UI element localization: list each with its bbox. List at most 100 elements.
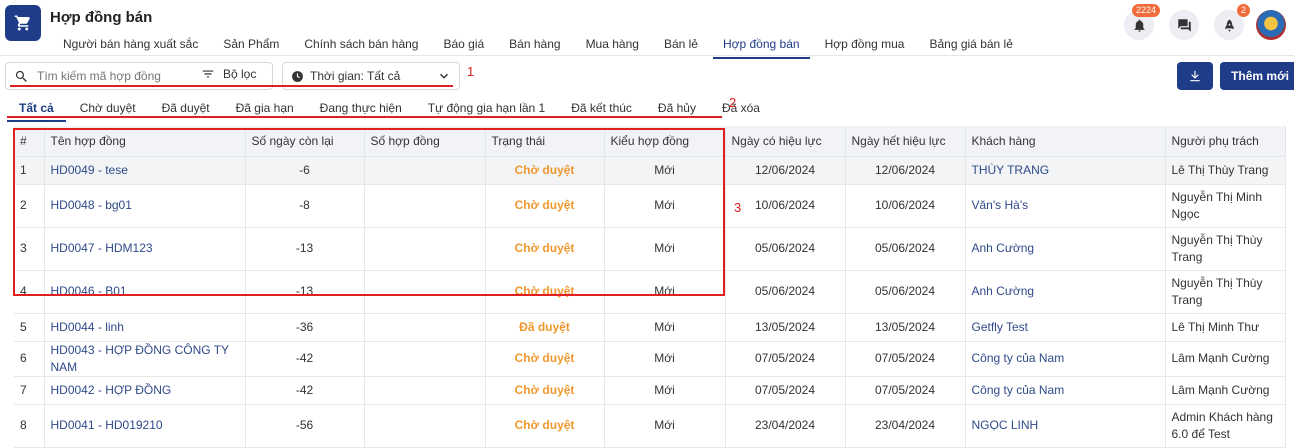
- status-tab[interactable]: Tự động gia hạn lần 1: [416, 98, 557, 122]
- status-tab[interactable]: Đã duyệt: [150, 98, 222, 122]
- status-badge: Chờ duyệt: [485, 376, 605, 405]
- column-header[interactable]: Trạng thái: [485, 126, 605, 157]
- nav-item[interactable]: Bán lẻ: [654, 33, 708, 59]
- nav-item[interactable]: Sản Phẩm: [213, 33, 289, 59]
- table-row[interactable]: 3 HD0047 - HDM123 -13 Chờ duyệt Mới 05/06/202…: [14, 227, 1286, 271]
- status-tab[interactable]: Đã kết thúc: [559, 98, 644, 122]
- end-date: 07/05/2024: [845, 376, 966, 405]
- nav-item[interactable]: Mua hàng: [576, 33, 649, 59]
- download-icon: [1190, 70, 1200, 82]
- contract-number: [364, 227, 486, 271]
- contract-name-link[interactable]: HD0044 - linh: [44, 313, 246, 342]
- nav-item[interactable]: Hợp đồng bán: [712, 33, 810, 59]
- nav-item[interactable]: Chính sách bán hàng: [294, 33, 428, 59]
- annotation-underline-1: [10, 85, 453, 87]
- module-nav: Người bán hàng xuất sắc Sản Phẩm Chính sác…: [53, 33, 1028, 59]
- notification-bell[interactable]: 2224: [1124, 4, 1160, 40]
- status-badge: Chờ duyệt: [485, 184, 605, 228]
- status-tab[interactable]: Đã xóa: [710, 98, 772, 122]
- filter-button[interactable]: Bộ lọc: [201, 67, 256, 81]
- contract-name-link[interactable]: HD0048 - bg01: [44, 184, 246, 228]
- column-header[interactable]: #: [14, 126, 45, 157]
- annotation-3: 3: [734, 200, 742, 215]
- status-tabs: Tất cả Chờ duyệt Đã duyệt Đã gia hạn Đang th…: [7, 98, 774, 122]
- download-button[interactable]: [1177, 62, 1213, 90]
- column-header[interactable]: Tên hợp đồng: [44, 126, 246, 157]
- status-tab[interactable]: Đang thực hiện: [308, 98, 414, 122]
- contract-number: [364, 313, 486, 342]
- table-header-row: # Tên hợp đồng Số ngày còn lại Số hợp đồng T…: [14, 126, 1286, 157]
- table-row[interactable]: 4 HD0046 - B01 -13 Chờ duyệt Mới 05/06/2024 05…: [14, 270, 1286, 314]
- customer-link[interactable]: NGỌC LINH: [965, 404, 1166, 448]
- status-tab[interactable]: Đã gia hạn: [224, 98, 306, 122]
- contract-number: [364, 270, 486, 314]
- customer-link[interactable]: Getfly Test: [965, 313, 1166, 342]
- avatar[interactable]: [1256, 10, 1286, 40]
- column-header[interactable]: Số ngày còn lại: [245, 126, 365, 157]
- customer-link[interactable]: Văn's Hà's: [965, 184, 1166, 228]
- column-header[interactable]: Ngày có hiệu lực: [725, 126, 846, 157]
- start-date: 12/06/2024: [725, 156, 846, 185]
- customer-link[interactable]: Công ty của Nam: [965, 376, 1166, 405]
- status-tab[interactable]: Đã hủy: [646, 98, 708, 122]
- customer-link[interactable]: THÙY TRANG: [965, 156, 1166, 185]
- table-row[interactable]: 6 HD0043 - HỢP ĐỒNG CÔNG TY NAM -42 Chờ duy…: [14, 341, 1286, 377]
- column-header[interactable]: Người phụ trách: [1165, 126, 1286, 157]
- days-remaining: -13: [245, 270, 365, 314]
- contract-name-link[interactable]: HD0042 - HỢP ĐỒNG: [44, 376, 246, 405]
- top-bar: Hợp đồng bán Người bán hàng xuất sắc Sản …: [0, 0, 1294, 59]
- filter-label: Bộ lọc: [223, 67, 257, 81]
- contract-name-link[interactable]: HD0049 - tese: [44, 156, 246, 185]
- contract-type: Mới: [604, 313, 726, 342]
- table-row[interactable]: 2 HD0048 - bg01 -8 Chờ duyệt Mới 10/06/2024 10…: [14, 184, 1286, 228]
- column-header[interactable]: Khách hàng: [965, 126, 1166, 157]
- start-date: 23/04/2024: [725, 404, 846, 448]
- rocket-button[interactable]: 2: [1214, 4, 1250, 40]
- contract-number: [364, 184, 486, 228]
- add-new-button[interactable]: Thêm mới: [1220, 62, 1294, 90]
- customer-link[interactable]: Anh Cường: [965, 270, 1166, 314]
- contract-name-link[interactable]: HD0041 - HD019210: [44, 404, 246, 448]
- days-remaining: -6: [245, 156, 365, 185]
- contract-name-link[interactable]: HD0047 - HDM123: [44, 227, 246, 271]
- customer-link[interactable]: Anh Cường: [965, 227, 1166, 271]
- contract-name-link[interactable]: HD0043 - HỢP ĐỒNG CÔNG TY NAM: [44, 341, 246, 377]
- rocket-icon: [1224, 19, 1234, 32]
- table-body: 1 HD0049 - tese -6 Chờ duyệt Mới 12/06/2024 12…: [14, 156, 1286, 448]
- customer-link[interactable]: Công ty của Nam: [965, 341, 1166, 377]
- nav-item[interactable]: Người bán hàng xuất sắc: [53, 33, 208, 59]
- owner-name: Lê Thị Minh Thư: [1165, 313, 1286, 342]
- column-header[interactable]: Ngày hết hiệu lực: [845, 126, 966, 157]
- end-date: 23/04/2024: [845, 404, 966, 448]
- table-row[interactable]: 5 HD0044 - linh -36 Đã duyệt Mới 13/05/2024 13…: [14, 313, 1286, 342]
- cart-icon[interactable]: [5, 5, 41, 41]
- notification-badge: 2224: [1131, 4, 1160, 17]
- table-row[interactable]: 7 HD0042 - HỢP ĐỒNG -42 Chờ duyệt Mới 07/05/2…: [14, 376, 1286, 405]
- status-badge: Chờ duyệt: [485, 341, 605, 377]
- days-remaining: -42: [245, 341, 365, 377]
- status-tab[interactable]: Tất cả: [7, 98, 66, 122]
- start-date: 10/06/2024: [725, 184, 846, 228]
- search-input[interactable]: [37, 69, 197, 83]
- annotation-1: 1: [467, 64, 475, 79]
- table-row[interactable]: 1 HD0049 - tese -6 Chờ duyệt Mới 12/06/2024 12…: [14, 156, 1286, 185]
- status-badge: Chờ duyệt: [485, 270, 605, 314]
- nav-item[interactable]: Báo giá: [433, 33, 494, 59]
- owner-name: Nguyễn Thị Minh Ngọc: [1165, 184, 1286, 228]
- nav-item[interactable]: Hợp đồng mua: [815, 33, 915, 59]
- contract-number: [364, 404, 486, 448]
- contract-type: Mới: [604, 184, 726, 228]
- column-header[interactable]: Kiểu hợp đồng: [604, 126, 726, 157]
- column-header[interactable]: Số hợp đồng: [364, 126, 486, 157]
- table-row[interactable]: 8 HD0041 - HD019210 -56 Chờ duyệt Mới 23/04/2…: [14, 404, 1286, 448]
- days-remaining: -36: [245, 313, 365, 342]
- chat-button[interactable]: [1169, 10, 1199, 40]
- status-tab[interactable]: Chờ duyệt: [68, 98, 148, 122]
- nav-item[interactable]: Bán hàng: [499, 33, 570, 59]
- nav-item[interactable]: Bảng giá bán lẻ: [919, 33, 1022, 59]
- row-number: 7: [14, 376, 45, 405]
- contract-type: Mới: [604, 404, 726, 448]
- contract-name-link[interactable]: HD0046 - B01: [44, 270, 246, 314]
- owner-name: Admin Khách hàng 6.0 để Test: [1165, 404, 1286, 448]
- contract-number: [364, 341, 486, 377]
